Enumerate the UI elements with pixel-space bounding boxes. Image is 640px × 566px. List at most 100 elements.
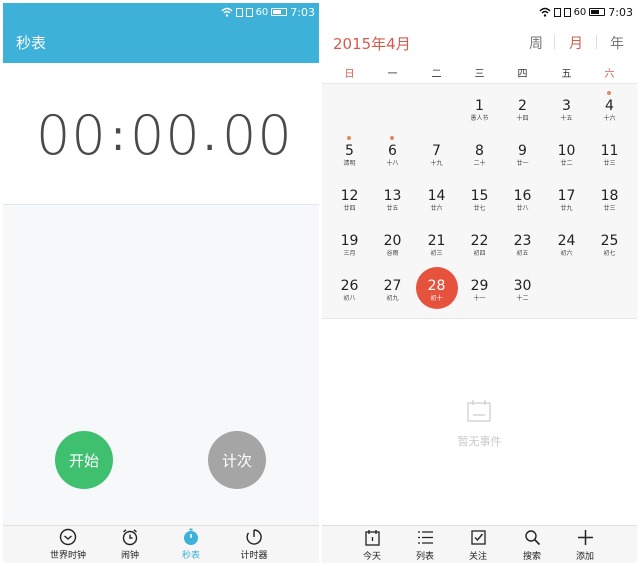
lunar-date: 廿七 (473, 205, 486, 212)
day-number: 16 (513, 188, 532, 204)
sim-icon (553, 7, 561, 17)
time-readout: 00 : 00 . 00 (3, 107, 319, 167)
day-number: 7 (432, 143, 441, 159)
calendar-day[interactable]: 25 初七 (588, 221, 631, 265)
day-number: 10 (557, 143, 576, 159)
calendar-day[interactable]: 23 初五 (501, 221, 544, 265)
day-number: 22 (470, 233, 489, 249)
calendar-day[interactable]: 2 十四 (501, 86, 544, 130)
calendar-day[interactable]: 11 廿三 (588, 131, 631, 175)
day-number: 13 (383, 188, 402, 204)
calendar-day[interactable]: 10 廿二 (545, 131, 588, 175)
day-number: 20 (383, 233, 402, 249)
today-button[interactable]: 今天 (347, 529, 397, 563)
day-number: 30 (513, 278, 532, 294)
stopwatch-icon (184, 528, 198, 545)
tab-month[interactable]: 月 (569, 33, 583, 53)
calendar-day[interactable]: 4 十六 (588, 86, 631, 130)
lunar-date: 十五 (560, 115, 573, 122)
empty-state-text: 暂无事件 (457, 435, 502, 448)
day-number: 29 (470, 278, 489, 294)
calendar-day[interactable]: 8 二十 (458, 131, 501, 175)
event-dot (607, 91, 611, 95)
calendar-day[interactable]: 15 廿七 (458, 176, 501, 220)
calendar-day[interactable]: 12 廿四 (328, 176, 371, 220)
calendar-day[interactable]: 16 廿八 (501, 176, 544, 220)
timer-icon (246, 529, 262, 545)
day-number: 21 (427, 233, 446, 249)
day-number: 18 (600, 188, 619, 204)
lunar-date: 廿三 (603, 205, 616, 212)
tab-week[interactable]: 周 (529, 33, 543, 53)
calendar-day[interactable]: 9 廿一 (501, 131, 544, 175)
app-bar: 秒表 (3, 21, 319, 63)
tab-label: 世界时钟 (49, 551, 86, 561)
tab-stopwatch[interactable]: 秒表 (158, 528, 224, 563)
calendar-day[interactable]: 27 初九 (371, 266, 414, 310)
calendar-day[interactable]: 29 十一 (458, 266, 501, 310)
weekday-sat: 六 (604, 69, 615, 80)
toolbar-label: 搜索 (522, 552, 541, 562)
lunar-date: 十九 (430, 160, 443, 167)
day-number: 6 (388, 143, 397, 159)
add-button[interactable]: 添加 (560, 529, 610, 563)
calendar-day[interactable]: 20 谷雨 (371, 221, 414, 265)
calendar-day[interactable]: 19 三月 (328, 221, 371, 265)
list-button[interactable]: 列表 (400, 529, 450, 563)
tab-world-clock[interactable]: 世界时钟 (35, 528, 101, 563)
dot-separator: . (203, 111, 217, 160)
lunar-date: 十二 (516, 295, 529, 302)
day-number: 8 (475, 143, 484, 159)
calendar-day[interactable]: 21 初三 (415, 221, 458, 265)
calendar-day[interactable]: 3 十五 (545, 86, 588, 130)
lunar-date: 十一 (473, 295, 486, 302)
tab-label: 闹钟 (120, 551, 139, 561)
calendar-day[interactable]: 17 廿九 (545, 176, 588, 220)
day-number: 2 (518, 98, 527, 114)
calendar-day[interactable]: 18 廿三 (588, 176, 631, 220)
lunar-date: 初十 (430, 295, 443, 302)
wifi-icon (221, 7, 233, 17)
day-number: 28 (427, 278, 446, 294)
calendar-day[interactable]: 5 清明 (328, 131, 371, 175)
status-bar: 60 7:03 (322, 3, 637, 21)
sim-icon (235, 7, 243, 17)
page-title: 秒表 (16, 34, 47, 52)
calendar-day[interactable]: 6 十八 (371, 131, 414, 175)
start-button[interactable]: 开始 (55, 431, 113, 489)
calendar-day[interactable]: 7 十九 (415, 131, 458, 175)
calendar-day[interactable]: 24 初六 (545, 221, 588, 265)
lunar-date: 愚人节 (470, 115, 489, 122)
month-title[interactable]: 2015年4月 (333, 33, 411, 54)
follow-button[interactable]: 关注 (453, 529, 503, 563)
tab-alarm[interactable]: 闹钟 (97, 528, 163, 563)
day-number: 4 (605, 98, 614, 114)
tab-timer[interactable]: 计时器 (221, 528, 287, 563)
calendar-day[interactable]: 14 廿六 (415, 176, 458, 220)
lap-button[interactable]: 计次 (208, 431, 266, 489)
wifi-icon (539, 7, 551, 17)
search-button[interactable]: 搜索 (507, 529, 557, 563)
lunar-date: 初六 (560, 250, 573, 257)
divider (596, 35, 597, 49)
plus-icon (577, 530, 593, 545)
lunar-date: 初七 (603, 250, 616, 257)
lunar-date: 二十 (473, 160, 486, 167)
checkbox-icon (470, 530, 486, 545)
day-number: 24 (557, 233, 576, 249)
calendar-day[interactable]: 30 十二 (501, 266, 544, 310)
lunar-date: 廿九 (560, 205, 573, 212)
event-dot (390, 136, 394, 140)
calendar-day-selected[interactable]: 28 初十 (415, 266, 458, 310)
status-icons: 60 7:03 (221, 5, 315, 19)
calendar-day[interactable]: 13 廿五 (371, 176, 414, 220)
toolbar-label: 列表 (415, 552, 434, 562)
tab-year[interactable]: 年 (610, 33, 624, 53)
signal-strength: 60 (573, 6, 587, 18)
calendar-day[interactable]: 22 初四 (458, 221, 501, 265)
sim2-icon (245, 7, 253, 17)
minutes-digits: 00 (36, 104, 107, 167)
calendar-day[interactable]: 26 初八 (328, 266, 371, 310)
day-number: 1 (475, 98, 484, 114)
calendar-day[interactable]: 1 愚人节 (458, 86, 501, 130)
